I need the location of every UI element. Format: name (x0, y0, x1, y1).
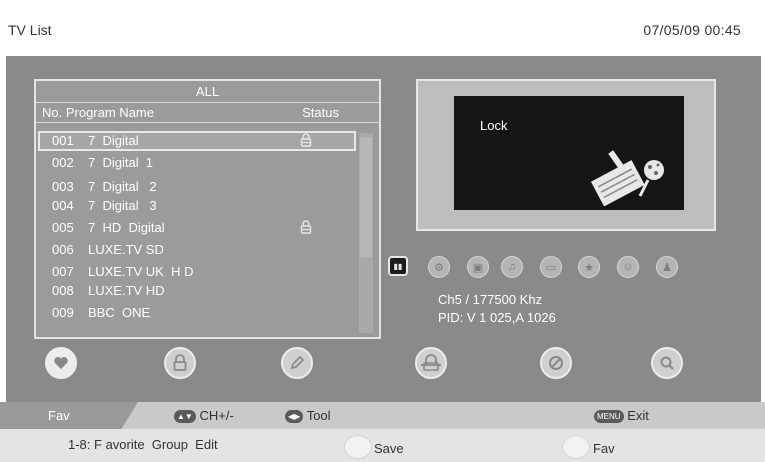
tool-hint-label: Tool (306, 408, 331, 423)
list-icon[interactable]: ▮▮ (388, 256, 408, 276)
channel-row[interactable]: 002 7 Digital 1 (38, 153, 356, 173)
kids-icon[interactable]: ☺ (617, 256, 639, 278)
channel-number: 005 (52, 220, 74, 235)
list-column-headers: No. Program Name Status (36, 103, 379, 123)
film-icon[interactable]: ▣ (467, 256, 489, 278)
channel-row[interactable]: 006 LUXE.TV SD (38, 240, 356, 260)
skip-icon (421, 354, 441, 371)
channel-name: LUXE.TV HD (88, 283, 165, 298)
channel-number: 003 (52, 179, 74, 194)
channel-number: 006 (52, 242, 74, 257)
left-right-key-icon: ◀▶ (285, 410, 304, 424)
channel-number: 007 (52, 264, 74, 279)
fav-key-icon[interactable] (562, 435, 590, 459)
channel-name: BBC ONE (88, 305, 151, 320)
delete-button[interactable] (540, 347, 572, 379)
lock-icon (300, 220, 312, 234)
exit-hint: MENU Exit (594, 408, 649, 424)
fav-tab[interactable]: Fav (0, 402, 138, 429)
channel-hint-label: CH+/- (199, 408, 234, 423)
channel-row[interactable]: 004 7 Digital 3 (38, 196, 356, 216)
tool-hint: ◀▶ Tool (285, 408, 331, 424)
list-scrollbar[interactable] (359, 133, 373, 333)
gear-icon[interactable]: ⚙ (428, 256, 450, 278)
sports-icon[interactable]: ★ (578, 256, 600, 278)
channel-name: 7 HD Digital (88, 220, 165, 235)
channel-number: 004 (52, 198, 74, 213)
exit-hint-label: Exit (627, 408, 649, 423)
tools-icon (590, 150, 664, 206)
heart-icon (54, 357, 68, 369)
delete-icon (549, 356, 563, 370)
favorite-button[interactable] (45, 347, 77, 379)
up-down-key-icon: ▲▼ (174, 410, 196, 424)
channel-row[interactable]: 007 LUXE.TV UK H D (38, 262, 356, 282)
channel-row[interactable]: 003 7 Digital 2 (38, 177, 356, 197)
lock-button[interactable] (164, 347, 196, 379)
channel-name: 7 Digital (88, 133, 139, 148)
channel-name: 7 Digital 1 (88, 155, 154, 170)
search-icon (660, 356, 674, 370)
channel-name: LUXE.TV SD (88, 242, 164, 257)
scrollbar-thumb[interactable] (360, 137, 372, 257)
page-title: TV List (8, 22, 52, 38)
folder-icon[interactable]: ▭ (540, 256, 562, 278)
preview-status: Lock (480, 118, 508, 133)
pencil-icon (290, 355, 305, 370)
column-program-name: No. Program Name (42, 105, 154, 120)
channel-hint: ▲▼ CH+/- (174, 408, 234, 424)
channel-name: 7 Digital 3 (88, 198, 157, 213)
lock-icon (173, 354, 187, 371)
skip-button[interactable] (415, 347, 447, 379)
save-label: Save (374, 441, 404, 456)
group-header: ALL (36, 81, 379, 103)
rename-button[interactable] (281, 347, 313, 379)
date-time: 07/05/09 00:45 (643, 22, 741, 38)
find-button[interactable] (651, 347, 683, 379)
channel-rows: 001 7 Digital 002 7 Digital 1 003 7 Digital 2… (38, 131, 356, 337)
person-icon[interactable]: ♟ (656, 256, 678, 278)
channel-number: 009 (52, 305, 74, 320)
channel-row[interactable]: 009 BBC ONE (38, 303, 356, 323)
channel-row[interactable]: 001 7 Digital (38, 131, 356, 151)
pid-info: PID: V 1 025,A 1026 (438, 310, 556, 325)
menu-key-icon: MENU (594, 410, 624, 424)
lock-icon (300, 133, 312, 147)
column-status: Status (302, 105, 339, 120)
channel-number: 002 (52, 155, 74, 170)
title-bar: TV List 07/05/09 00:45 (0, 0, 765, 56)
music-icon[interactable]: ♫ (501, 256, 523, 278)
save-key-icon[interactable] (344, 435, 372, 459)
favorite-group-hint: 1-8: F avorite Group Edit (68, 437, 218, 452)
channel-number: 001 (52, 133, 74, 148)
help-bar: Fav ▲▼ CH+/- ◀▶ Tool MENU Exit (0, 402, 765, 429)
footer-bar: 1-8: F avorite Group Edit Save Fav (0, 429, 765, 462)
fav-label: Fav (593, 441, 615, 456)
channel-row[interactable]: 008 LUXE.TV HD (38, 281, 356, 301)
channel-name: LUXE.TV UK H D (88, 264, 194, 279)
fav-tab-label: Fav (48, 408, 70, 423)
channel-number: 008 (52, 283, 74, 298)
channel-name: 7 Digital 2 (88, 179, 157, 194)
frequency-info: Ch5 / 177500 Khz (438, 292, 543, 307)
channel-row[interactable]: 005 7 HD Digital (38, 218, 356, 238)
video-preview: Lock (454, 96, 684, 210)
